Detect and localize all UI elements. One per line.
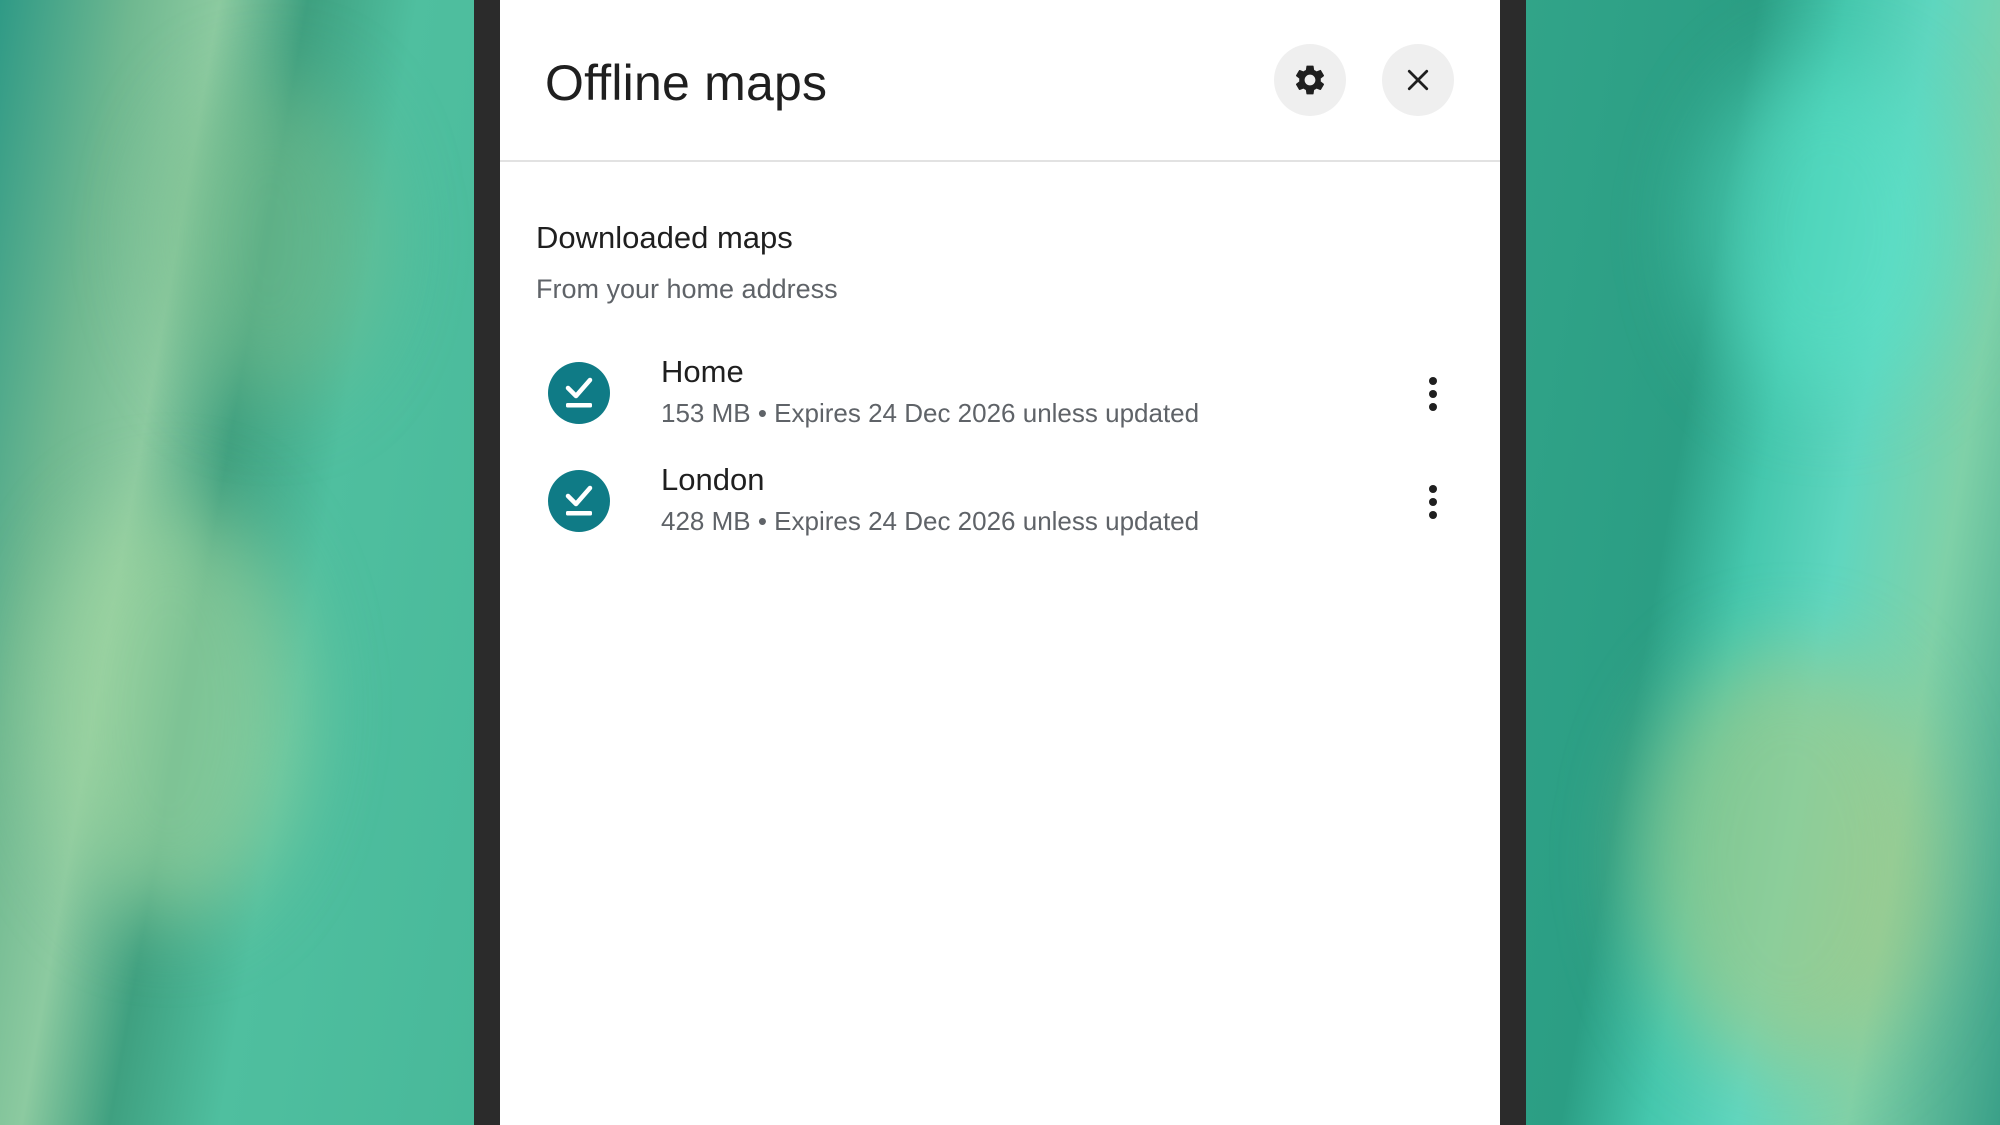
list-item-home[interactable]: Home 153 MB • Expires 24 Dec 2026 unless… xyxy=(500,342,1500,442)
close-icon xyxy=(1407,69,1429,91)
more-vert-icon xyxy=(1429,485,1437,519)
map-name: London xyxy=(661,462,765,497)
background-blur xyxy=(160,80,380,400)
map-details: 153 MB • Expires 24 Dec 2026 unless upda… xyxy=(661,398,1200,428)
background-blur xyxy=(1640,650,1940,1070)
more-options-button[interactable] xyxy=(1418,372,1448,416)
settings-button[interactable] xyxy=(1274,44,1346,116)
background-blur xyxy=(40,500,300,920)
more-options-button[interactable] xyxy=(1418,480,1448,524)
background-blur xyxy=(1700,60,1960,400)
offline-maps-panel: Offline maps Downloaded maps From your h… xyxy=(500,0,1500,1125)
map-details: 428 MB • Expires 24 Dec 2026 unless upda… xyxy=(661,506,1200,536)
page-title: Offline maps xyxy=(545,55,828,111)
section-subtitle: From your home address xyxy=(536,274,838,304)
map-name: Home xyxy=(661,354,744,389)
more-vert-icon xyxy=(1429,377,1437,411)
download-done-icon xyxy=(548,470,610,532)
list-item-london[interactable]: London 428 MB • Expires 24 Dec 2026 unle… xyxy=(500,450,1500,550)
close-button[interactable] xyxy=(1382,44,1454,116)
panel-header: Offline maps xyxy=(500,0,1500,162)
download-done-icon xyxy=(548,362,610,424)
section-title: Downloaded maps xyxy=(536,220,793,255)
screen: Offline maps Downloaded maps From your h… xyxy=(0,0,2000,1125)
gear-icon xyxy=(1295,65,1325,95)
